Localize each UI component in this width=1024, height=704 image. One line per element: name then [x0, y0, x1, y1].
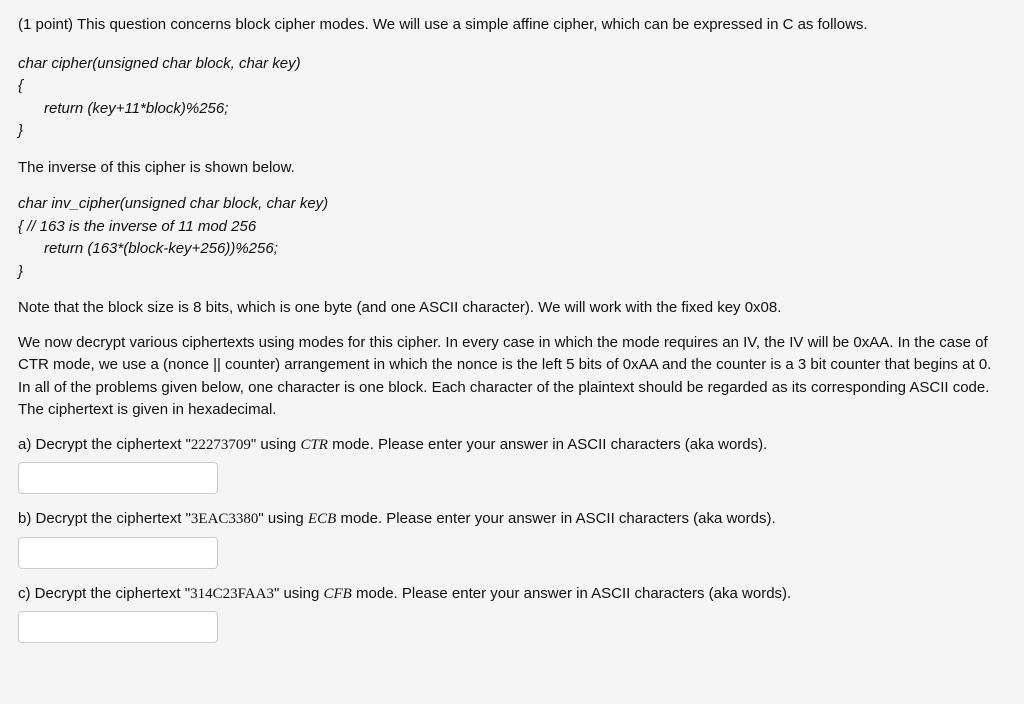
- intro-text: This question concerns block cipher mode…: [77, 16, 868, 33]
- part-c-suffix: mode. Please enter your answer in ASCII …: [352, 585, 791, 602]
- part-b-prefix: b) Decrypt the ciphertext ": [18, 510, 191, 527]
- code-line: return (key+11*block)%256;: [18, 98, 1006, 121]
- part-b-suffix: mode. Please enter your answer in ASCII …: [336, 510, 775, 527]
- code-line: char inv_cipher(unsigned char block, cha…: [18, 193, 1006, 216]
- answer-input-c[interactable]: [18, 611, 218, 643]
- block-size-note: Note that the block size is 8 bits, whic…: [18, 297, 1006, 320]
- cipher-code: char cipher(unsigned char block, char ke…: [18, 53, 1006, 143]
- part-c-ciphertext: 314C23FAA3: [190, 586, 274, 602]
- part-c: c) Decrypt the ciphertext "314C23FAA3" u…: [18, 583, 1006, 606]
- part-b-ciphertext: 3EAC3380: [191, 511, 259, 527]
- part-a-ciphertext: 22273709: [191, 437, 251, 453]
- setup-text: We now decrypt various ciphertexts using…: [18, 332, 1006, 422]
- question-header: (1 point) This question concerns block c…: [18, 14, 1006, 37]
- code-line: }: [18, 120, 1006, 143]
- code-line: {: [18, 75, 1006, 98]
- part-b-mid: " using: [258, 510, 308, 527]
- part-c-prefix: c) Decrypt the ciphertext ": [18, 585, 190, 602]
- answer-input-b[interactable]: [18, 537, 218, 569]
- answer-input-a[interactable]: [18, 462, 218, 494]
- part-c-mode: CFB: [324, 586, 352, 602]
- code-line: char cipher(unsigned char block, char ke…: [18, 53, 1006, 76]
- code-line: { // 163 is the inverse of 11 mod 256: [18, 216, 1006, 239]
- code-line: }: [18, 261, 1006, 284]
- part-a-prefix: a) Decrypt the ciphertext ": [18, 436, 191, 453]
- part-b: b) Decrypt the ciphertext "3EAC3380" usi…: [18, 508, 1006, 531]
- code-line: return (163*(block-key+256))%256;: [18, 238, 1006, 261]
- part-c-mid: " using: [274, 585, 324, 602]
- inverse-intro: The inverse of this cipher is shown belo…: [18, 157, 1006, 180]
- points-label: (1 point): [18, 16, 73, 33]
- part-a-mid: " using: [251, 436, 301, 453]
- part-a-suffix: mode. Please enter your answer in ASCII …: [328, 436, 767, 453]
- inv-cipher-code: char inv_cipher(unsigned char block, cha…: [18, 193, 1006, 283]
- part-b-mode: ECB: [308, 511, 336, 527]
- part-a: a) Decrypt the ciphertext "22273709" usi…: [18, 434, 1006, 457]
- part-a-mode: CTR: [300, 437, 328, 453]
